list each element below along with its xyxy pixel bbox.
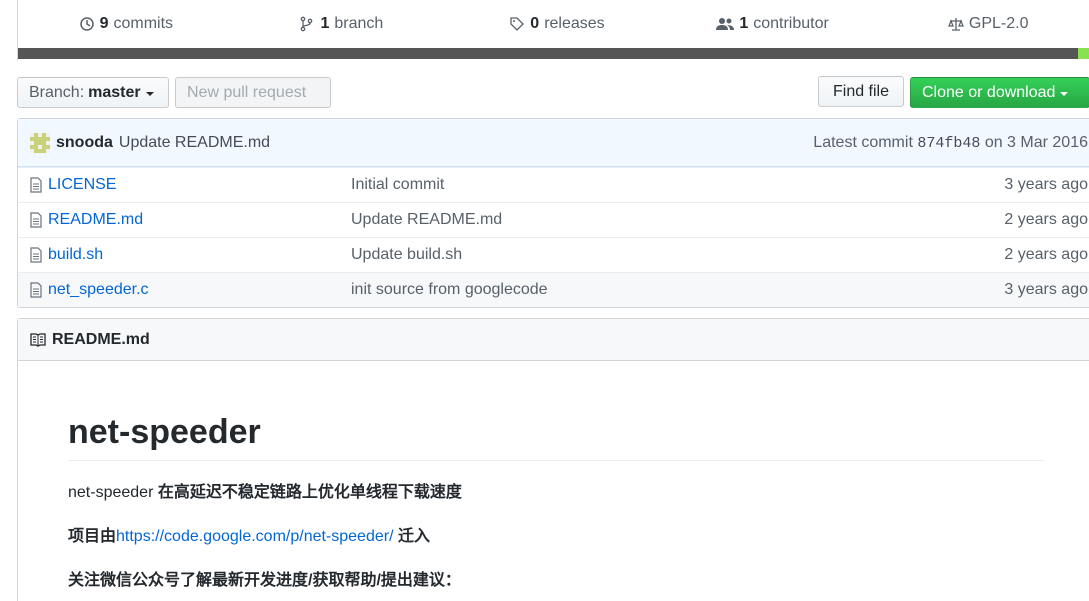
- readme-paragraph: 项目由https://code.google.com/p/net-speeder…: [68, 525, 1051, 549]
- file-icon: [30, 282, 42, 298]
- branch-prefix: Branch:: [29, 83, 85, 101]
- readme-title: net-speeder: [68, 413, 1045, 461]
- file-commit-message[interactable]: Update README.md: [351, 211, 751, 229]
- file-name-link[interactable]: net_speeder.c: [48, 281, 348, 299]
- readme-p3-text: 关注微信公众号了解最新开发进度/获取帮助/提出建议：: [68, 572, 461, 589]
- readme-header: README.md: [18, 319, 1089, 361]
- file-row: README.md Update README.md 2 years ago: [18, 202, 1089, 237]
- clone-or-download-button[interactable]: Clone or download: [910, 77, 1089, 108]
- file-age: 3 years ago: [1004, 176, 1088, 193]
- file-age: 2 years ago: [1004, 246, 1088, 263]
- license-link[interactable]: GPL-2.0: [880, 15, 1089, 33]
- readme-p2-suffix: 迁入: [393, 528, 430, 545]
- commits-link[interactable]: 9 commits: [18, 15, 234, 33]
- tag-icon: [510, 17, 525, 31]
- commit-meta: Latest commit 874fb48 on 3 Mar 2016: [813, 134, 1088, 152]
- contributor-label: contributor: [753, 15, 829, 32]
- contributor-count: 1: [739, 15, 749, 32]
- file-age: 2 years ago: [1004, 211, 1088, 228]
- file-commit-message[interactable]: Initial commit: [351, 176, 751, 194]
- file-table: snooda Update README.md Latest commit 87…: [17, 118, 1089, 308]
- language-bar[interactable]: [18, 48, 1089, 59]
- readme-filename: README.md: [52, 330, 150, 348]
- readme-source-link[interactable]: https://code.google.com/p/net-speeder/: [116, 528, 394, 545]
- readme-p1-text: net-speeder: [68, 484, 158, 501]
- readme-paragraph: 关注微信公众号了解最新开发进度/获取帮助/提出建议：: [68, 569, 1051, 593]
- branch-count: 1: [320, 15, 330, 32]
- caret-down-icon: [1060, 91, 1069, 96]
- language-segment-primary: [18, 48, 1078, 59]
- file-row: build.sh Update build.sh 2 years ago: [18, 237, 1089, 272]
- commit-date: on 3 Mar 2016: [984, 133, 1088, 151]
- contributors-link[interactable]: 1 contributor: [665, 15, 881, 33]
- file-name-link[interactable]: LICENSE: [48, 176, 348, 194]
- readme-p2-prefix: 项目由: [68, 528, 117, 545]
- branch-label: branch: [334, 15, 384, 32]
- readme-body: net-speeder net-speeder 在高延迟不稳定链路上优化单线程下…: [18, 413, 1089, 593]
- language-segment-secondary: [1078, 48, 1089, 59]
- commit-sha[interactable]: 874fb48: [917, 135, 980, 152]
- file-commit-message[interactable]: init source from googlecode: [351, 281, 751, 299]
- file-icon: [30, 247, 42, 263]
- file-name-link[interactable]: README.md: [48, 211, 348, 229]
- readme-paragraph: net-speeder 在高延迟不稳定链路上优化单线程下载速度: [68, 481, 1051, 505]
- commit-message[interactable]: Update README.md: [119, 134, 270, 152]
- avatar[interactable]: [30, 132, 50, 153]
- file-icon: [30, 177, 42, 193]
- latest-commit-label: Latest commit: [813, 133, 913, 151]
- new-pull-request-button[interactable]: New pull request: [175, 77, 331, 108]
- file-name-link[interactable]: build.sh: [48, 246, 348, 264]
- law-icon: [947, 18, 964, 31]
- file-row: LICENSE Initial commit 3 years ago: [18, 167, 1089, 202]
- book-icon: [30, 332, 46, 347]
- file-row: net_speeder.c init source from googlecod…: [18, 272, 1089, 307]
- commits-count: 9: [99, 15, 109, 32]
- readme-p1-bold: 在高延迟不稳定链路上优化单线程下载速度: [157, 484, 462, 501]
- latest-commit-bar: snooda Update README.md Latest commit 87…: [18, 119, 1089, 167]
- find-file-button[interactable]: Find file: [818, 76, 904, 107]
- readme-panel: README.md net-speeder net-speeder 在高延迟不稳…: [17, 318, 1089, 601]
- new-pull-request-label: New pull request: [187, 83, 307, 101]
- file-commit-message[interactable]: Update build.sh: [351, 246, 751, 264]
- clone-label: Clone or download: [922, 83, 1056, 101]
- releases-count: 0: [530, 15, 540, 32]
- branch-icon: [301, 16, 313, 32]
- people-icon: [716, 18, 735, 30]
- file-icon: [30, 212, 42, 228]
- caret-down-icon: [145, 91, 154, 96]
- branch-select-button[interactable]: Branch: master: [17, 77, 169, 108]
- history-icon: [79, 17, 94, 31]
- repo-summary-bar: 9 commits 1 branch 0 releases 1 contribu…: [17, 0, 1089, 60]
- releases-link[interactable]: 0 releases: [449, 15, 665, 33]
- branches-link[interactable]: 1 branch: [234, 15, 450, 33]
- license-label: GPL-2.0: [968, 15, 1029, 32]
- find-file-label: Find file: [832, 82, 890, 100]
- commit-author[interactable]: snooda: [56, 134, 113, 152]
- commits-label: commits: [113, 15, 174, 32]
- branch-name: master: [88, 83, 141, 101]
- file-age: 3 years ago: [1004, 281, 1088, 298]
- releases-label: releases: [544, 15, 605, 32]
